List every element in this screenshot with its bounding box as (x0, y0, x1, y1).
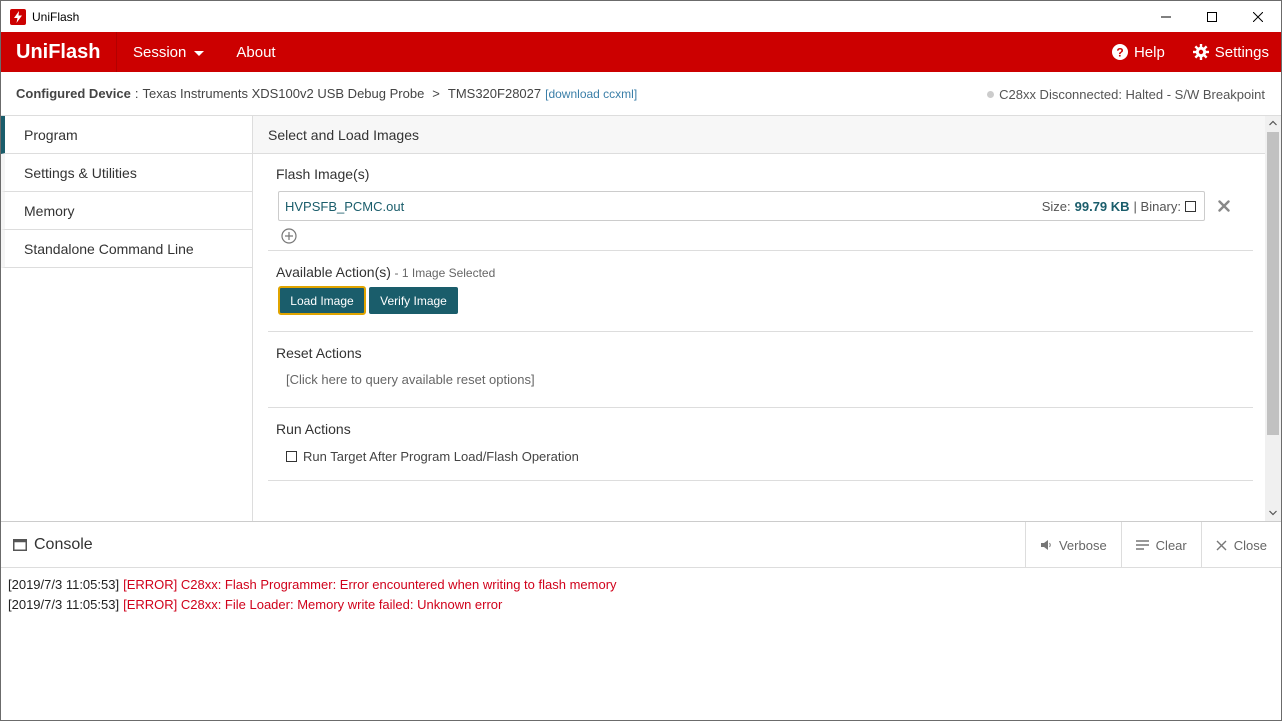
window-close-button[interactable] (1235, 1, 1281, 32)
log-message: [ERROR] C28xx: File Loader: Memory write… (123, 596, 503, 612)
log-message: [ERROR] C28xx: Flash Programmer: Error e… (123, 576, 617, 592)
menu-session[interactable]: Session (117, 32, 220, 72)
add-image-icon[interactable] (281, 228, 297, 244)
window-titlebar: UniFlash (1, 1, 1281, 32)
flash-images-title: Flash Image(s) (276, 166, 370, 182)
console-actions: Verbose Clear Close (1024, 522, 1281, 568)
binary-checkbox[interactable] (1185, 200, 1196, 212)
run-target-label: Run Target After Program Load/Flash Oper… (303, 449, 579, 464)
menu-help[interactable]: ? Help (1111, 32, 1177, 72)
menu-settings[interactable]: Settings (1192, 32, 1281, 72)
close-label: Close (1233, 537, 1267, 553)
remove-image-icon[interactable] (1218, 200, 1230, 212)
menu-session-label: Session (133, 43, 187, 61)
minimize-button[interactable] (1143, 1, 1189, 32)
load-image-button[interactable]: Load Image (278, 286, 366, 315)
sidebar-item-standalone-command-line[interactable]: Standalone Command Line (1, 230, 252, 268)
log-line: [2019/7/3 11:05:53] [ERROR] C28xx: Flash… (8, 574, 1274, 594)
size-label: Size: (1041, 198, 1071, 214)
app-menubar: UniFlash Session About ? Help Settings (1, 32, 1281, 72)
menu-settings-label: Settings (1214, 43, 1269, 61)
gear-icon (1192, 44, 1209, 60)
console-title: Console (13, 536, 93, 554)
actions-subtitle: - 1 Image Selected (394, 266, 496, 280)
reset-actions-title: Reset Actions (276, 345, 362, 361)
caret-down-icon (194, 50, 205, 56)
speaker-icon (1040, 540, 1051, 550)
console-title-text: Console (34, 535, 93, 553)
maximize-icon (1207, 11, 1217, 22)
sidebar-item-label: Settings & Utilities (24, 164, 137, 181)
actions-title-row: Available Action(s) - 1 Image Selected (276, 264, 495, 280)
configured-device-bar: Configured Device : Texas Instruments XD… (1, 72, 1281, 116)
window-title: UniFlash (32, 9, 80, 24)
sidebar-item-settings-utilities[interactable]: Settings & Utilities (1, 154, 252, 192)
query-reset-options-link[interactable]: [Click here to query available reset opt… (286, 372, 535, 387)
scrollbar-thumb[interactable] (1267, 132, 1279, 435)
close-icon (1216, 540, 1227, 550)
config-separator: : (134, 86, 139, 101)
scroll-down-icon[interactable] (1265, 506, 1281, 520)
svg-text:?: ? (1116, 46, 1123, 60)
log-line: [2019/7/3 11:05:53] [ERROR] C28xx: File … (8, 594, 1274, 614)
console-window-icon (13, 538, 27, 551)
sidebar-item-label: Standalone Command Line (24, 240, 194, 257)
sidebar-item-program[interactable]: Program (1, 116, 252, 154)
main-panel: Select and Load Images Flash Image(s) HV… (253, 116, 1265, 521)
help-icon: ? (1111, 44, 1128, 60)
connection-status: C28xx Disconnected: Halted - S/W Breakpo… (987, 72, 1265, 116)
flash-image-entry[interactable]: HVPSFB_PCMC.out Size: 99.79 KB | Binary: (278, 191, 1205, 221)
sidebar-item-label: Program (24, 126, 78, 143)
reset-actions-section: Reset Actions [Click here to query avail… (268, 332, 1253, 408)
menu-about-label: About (236, 43, 276, 61)
minimize-icon (1161, 16, 1171, 17)
sidebar-item-label: Memory (24, 202, 75, 219)
log-timestamp: [2019/7/3 11:05:53] (8, 596, 120, 612)
verify-image-button[interactable]: Verify Image (369, 287, 458, 314)
breadcrumb-chevron: > (432, 86, 440, 101)
run-actions-section: Run Actions Run Target After Program Loa… (268, 408, 1253, 481)
console-log: [2019/7/3 11:05:53] [ERROR] C28xx: Flash… (1, 568, 1281, 720)
sidebar: Program Settings & Utilities Memory Stan… (1, 116, 253, 521)
window-close-icon (1253, 11, 1263, 22)
clear-label: Clear (1155, 537, 1187, 553)
verbose-button[interactable]: Verbose (1024, 522, 1121, 568)
console-header: Console Verbose Clear Close (1, 521, 1281, 568)
device-name: TMS320F28027 (447, 86, 542, 101)
configured-device-label: Configured Device (16, 86, 131, 101)
console-close-button[interactable]: Close (1200, 522, 1281, 568)
scroll-up-icon[interactable] (1265, 116, 1281, 130)
run-target-checkbox[interactable] (286, 451, 297, 462)
download-ccxml-link[interactable]: [download ccxml] (545, 87, 637, 101)
log-timestamp: [2019/7/3 11:05:53] (8, 576, 120, 592)
flash-image-filename: HVPSFB_PCMC.out (285, 198, 405, 214)
flash-image-size: Size: 99.79 KB | Binary: (1042, 192, 1196, 220)
clear-lines-icon (1135, 539, 1149, 550)
connection-status-text: C28xx Disconnected: Halted - S/W Breakpo… (999, 86, 1265, 102)
panel-title: Select and Load Images (253, 116, 1265, 154)
binary-label: | Binary: (1133, 198, 1181, 214)
probe-name: Texas Instruments XDS100v2 USB Debug Pro… (142, 86, 425, 101)
brand-logo[interactable]: UniFlash (1, 32, 117, 72)
menu-about[interactable]: About (220, 32, 291, 72)
main-scrollbar[interactable] (1265, 116, 1281, 521)
run-actions-title: Run Actions (276, 421, 351, 437)
menubar-right: ? Help Settings (1111, 32, 1281, 72)
verbose-label: Verbose (1058, 537, 1107, 553)
clear-button[interactable]: Clear (1120, 522, 1201, 568)
actions-title: Available Action(s) (276, 264, 391, 280)
status-dot-icon (987, 90, 995, 98)
window-controls (1143, 1, 1281, 32)
maximize-button[interactable] (1189, 1, 1235, 32)
sidebar-item-memory[interactable]: Memory (1, 192, 252, 230)
uniflash-logo-icon (10, 8, 26, 25)
run-target-option[interactable]: Run Target After Program Load/Flash Oper… (286, 449, 579, 464)
size-value: 99.79 KB (1074, 198, 1130, 214)
menu-help-label: Help (1133, 43, 1165, 61)
